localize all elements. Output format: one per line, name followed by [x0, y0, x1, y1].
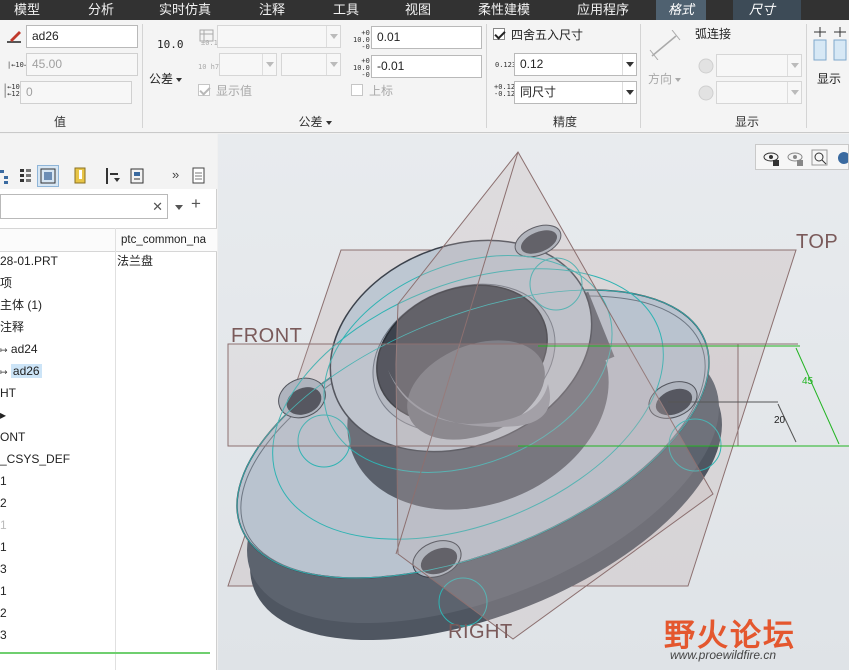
decimal-places-icon: 0.123 — [495, 61, 517, 69]
tab-format[interactable]: 格式 — [656, 0, 707, 20]
tree-item-feature-5[interactable]: 3 — [0, 558, 7, 580]
tab-simulation[interactable]: 实时仿真 — [159, 0, 211, 20]
upper-checkbox[interactable] — [351, 84, 363, 96]
tree-search-input[interactable]: ✕ — [0, 194, 168, 219]
direction-icon — [649, 30, 681, 60]
tolerance-group-label[interactable]: 公差 — [290, 113, 340, 130]
display-group-label: 显示 — [734, 115, 759, 129]
tab-dimension[interactable]: 尺寸 — [733, 0, 801, 20]
tolerance-table-select[interactable] — [217, 25, 341, 48]
show-icon[interactable] — [128, 165, 150, 187]
tree-layer-button[interactable] — [37, 165, 59, 187]
arc-style-select[interactable] — [716, 54, 802, 77]
zoom-icon[interactable] — [810, 148, 830, 168]
show-value-checkbox[interactable] — [198, 84, 210, 96]
lower-tolerance-field[interactable]: -0.01 — [371, 55, 482, 78]
tree-item-annotations[interactable]: 注释 — [0, 316, 24, 338]
tree-item-bodies[interactable]: 主体 (1) — [0, 294, 42, 316]
tree-item-feature-7[interactable]: 2 — [0, 602, 7, 624]
add-column-icon[interactable]: + — [191, 194, 201, 214]
nominal-value-field[interactable]: 45.00 — [26, 53, 138, 76]
tree-item-features[interactable]: 项 — [0, 272, 12, 294]
ribbon: ad26 |←10→| 45.00 |←10→| |←12→| 0 值 10.0 … — [0, 20, 849, 133]
more-tools-icon[interactable]: » — [172, 167, 179, 182]
column-header-common-name[interactable]: ptc_common_na — [121, 234, 216, 246]
menu-bar: 模型 分析 实时仿真 注释 工具 视图 柔性建模 应用程序 格式 尺寸 — [0, 0, 849, 20]
clear-search-icon[interactable]: ✕ — [152, 199, 163, 215]
datum-label-right[interactable]: RIGHT — [448, 621, 513, 644]
tolerance-display-text: 10.0 — [157, 38, 184, 51]
upper-tolerance-field[interactable]: 0.01 — [371, 26, 482, 49]
fit-class-select[interactable] — [219, 53, 277, 76]
notes-icon[interactable] — [190, 165, 212, 187]
model-tree-panel: » ✕ + ptc_common_na 28-01.PRT 法兰盘 项 主体 (… — [0, 134, 217, 670]
tree-item-ad24[interactable]: ↦ ad24 — [0, 338, 38, 360]
model-tree-toolbar: » — [0, 134, 217, 189]
front-datum-plane — [227, 343, 739, 447]
tree-item-ad26[interactable]: ↦ ad26 — [0, 360, 42, 382]
tree-item-front[interactable]: ONT — [0, 426, 25, 448]
tree-item-feature-4[interactable]: 1 — [0, 536, 7, 558]
view-toolbar — [755, 144, 849, 170]
tab-flexible-modeling[interactable]: 柔性建模 — [478, 0, 530, 20]
arc-type-icon — [698, 85, 714, 101]
insert-here-marker[interactable] — [0, 652, 210, 654]
round-dimension-checkbox[interactable] — [493, 28, 505, 40]
dimension-name-field[interactable]: ad26 — [26, 25, 138, 48]
layer-tree-icon — [40, 168, 56, 184]
datum-label-front[interactable]: FRONT — [231, 325, 302, 348]
tree-settings-icon[interactable] — [104, 165, 126, 187]
tab-analysis[interactable]: 分析 — [88, 0, 114, 20]
decimal-places-select[interactable]: 0.12 — [514, 53, 637, 76]
upper-label: 上标 — [369, 84, 394, 98]
precision-group-label: 精度 — [552, 115, 577, 129]
watermark-url: www.proewildfire.cn — [670, 648, 777, 662]
tree-item-csys[interactable]: _CSYS_DEF — [0, 448, 70, 470]
dimension-20: 20 — [774, 415, 786, 426]
bookmark-icon[interactable] — [73, 165, 95, 187]
hide-icon[interactable] — [786, 148, 806, 168]
model-canvas[interactable]: 45 20 — [218, 134, 849, 670]
tab-tools[interactable]: 工具 — [333, 0, 359, 20]
tree-item-feature-6[interactable]: 1 — [0, 580, 7, 602]
round-dimension-label: 四舍五入尺寸 — [511, 28, 584, 42]
tree-columns-icon[interactable] — [16, 165, 38, 187]
tree-item-top[interactable]: ▸ — [0, 404, 6, 426]
display-button-label: 显示 — [817, 72, 842, 86]
value-group-label: 值 — [53, 115, 66, 129]
direction-button[interactable]: 方向 — [648, 70, 682, 87]
graphics-viewport[interactable]: 45 20 TOP FRONT RIGHT 野火论坛 www.proewildf… — [218, 134, 849, 670]
dimension-name-icon — [7, 31, 21, 43]
tree-item-feature-1[interactable]: 1 — [0, 470, 7, 492]
tab-annotate[interactable]: 注释 — [259, 0, 285, 20]
arc-type-select[interactable] — [716, 81, 802, 104]
display-options-icon[interactable] — [812, 24, 849, 64]
arc-style-icon — [698, 58, 714, 74]
show-value-label: 显示值 — [216, 84, 253, 98]
tree-item-part-common-name: 法兰盘 — [117, 254, 154, 268]
tree-item-feature-3[interactable]: 1 — [0, 514, 7, 536]
datum-label-top[interactable]: TOP — [796, 231, 838, 254]
fit-grade-select[interactable] — [281, 53, 341, 76]
tolerance-precision-select[interactable]: 同尺寸 — [514, 81, 637, 104]
tree-item-feature-2[interactable]: 2 — [0, 492, 7, 514]
tolerance-mode-button[interactable]: 公差 — [149, 70, 183, 87]
tree-column-header: ptc_common_na — [0, 228, 217, 252]
tab-applications[interactable]: 应用程序 — [577, 0, 629, 20]
tree-item-right[interactable]: HT — [0, 382, 16, 404]
override-value-field[interactable]: 0 — [20, 81, 132, 104]
arc-connection-label: 弧连接 — [695, 27, 732, 41]
dimension-45: 45 — [802, 376, 814, 387]
tree-item-feature-8[interactable]: 3 — [0, 624, 7, 646]
tab-model[interactable]: 模型 — [14, 0, 40, 20]
tab-view[interactable]: 视图 — [405, 0, 431, 20]
filter-dropdown-icon[interactable] — [172, 200, 183, 214]
visibility-icon[interactable] — [762, 148, 782, 168]
tree-item-part[interactable]: 28-01.PRT — [0, 250, 58, 272]
refit-icon[interactable] — [834, 148, 848, 168]
